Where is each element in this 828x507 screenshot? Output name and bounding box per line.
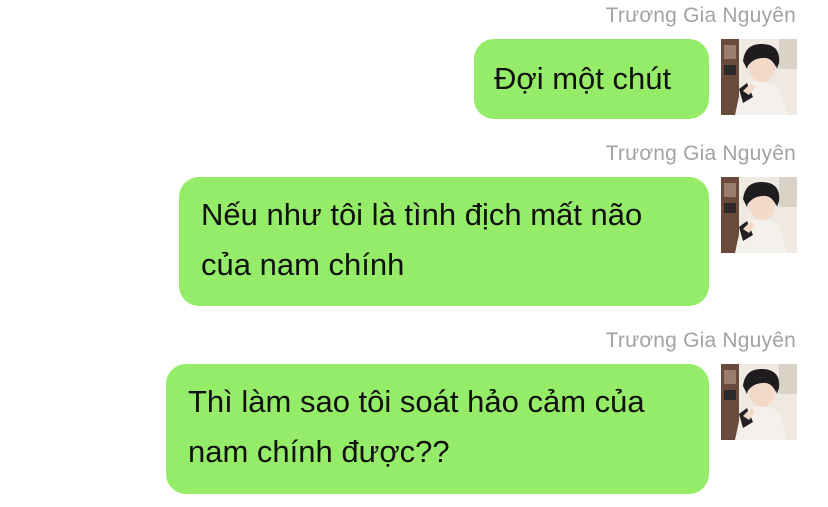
sender-name: Trương Gia Nguyên: [605, 142, 796, 165]
avatar[interactable]: [721, 39, 797, 115]
chat-message-list: Trương Gia Nguyên Đợi một chút Trương Gi…: [0, 0, 828, 507]
avatar[interactable]: [721, 364, 797, 440]
user-avatar-photo-icon: [721, 39, 797, 115]
message-bubble[interactable]: Đợi một chút: [474, 39, 709, 119]
sender-name: Trương Gia Nguyên: [605, 329, 796, 352]
message-bubble[interactable]: Nếu như tôi là tình địch mất não của nam…: [179, 177, 709, 306]
avatar[interactable]: [721, 177, 797, 253]
user-avatar-photo-icon: [721, 364, 797, 440]
sender-name: Trương Gia Nguyên: [605, 4, 796, 27]
user-avatar-photo-icon: [721, 177, 797, 253]
message-bubble[interactable]: Thì làm sao tôi soát hảo cảm của nam chí…: [166, 364, 709, 494]
